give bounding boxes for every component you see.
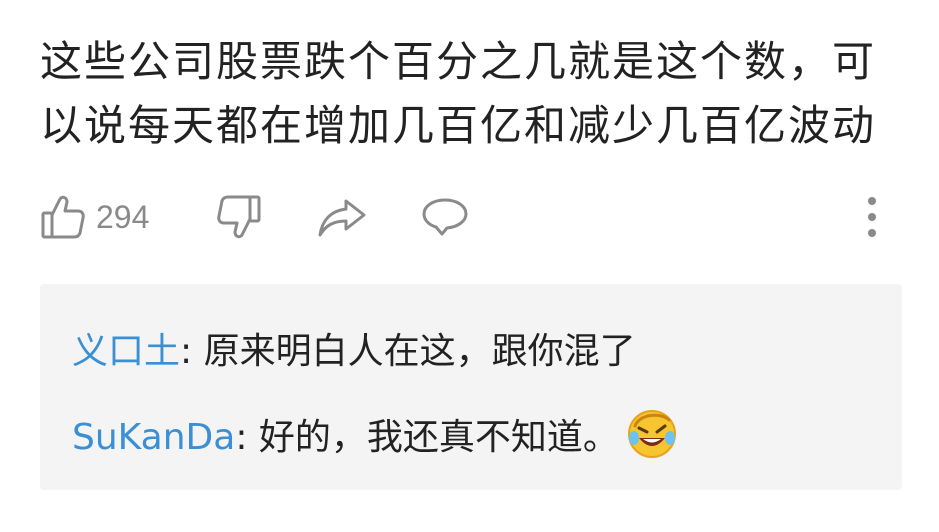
share-button[interactable] [316, 192, 368, 242]
reply-text: 好的，我还真不知道。 [258, 417, 619, 458]
reply-button[interactable] [420, 192, 470, 242]
speech-bubble-icon [420, 195, 470, 239]
reply-item[interactable]: 义口土: 原来明白人在这，跟你混了 [72, 328, 636, 376]
comment-actions: 294 [40, 192, 900, 242]
comment-text: 这些公司股票跌个百分之几就是这个数，可以说每天都在增加几百亿和减少几百亿波动 [40, 37, 877, 150]
more-options-button[interactable] [862, 192, 882, 242]
reply-author[interactable]: 义口土 [72, 331, 180, 372]
vertical-dots-icon [862, 195, 882, 239]
thumbs-down-icon [216, 193, 262, 241]
like-button[interactable]: 294 [40, 192, 149, 242]
like-count: 294 [96, 198, 150, 235]
laughing-crying-emoji-icon [625, 406, 679, 460]
reply-list: 义口土: 原来明白人在这，跟你混了 SuKanDa: 好的，我还真不知道。 [40, 284, 902, 490]
reply-separator: : [180, 331, 204, 372]
reply-separator: : [235, 417, 259, 458]
share-arrow-icon [316, 195, 368, 239]
reply-text: 原来明白人在这，跟你混了 [203, 331, 636, 372]
reply-author[interactable]: SuKanDa [72, 417, 235, 458]
dislike-button[interactable] [216, 192, 262, 242]
reply-item[interactable]: SuKanDa: 好的，我还真不知道。 [72, 410, 679, 466]
thumbs-up-icon [40, 193, 86, 241]
